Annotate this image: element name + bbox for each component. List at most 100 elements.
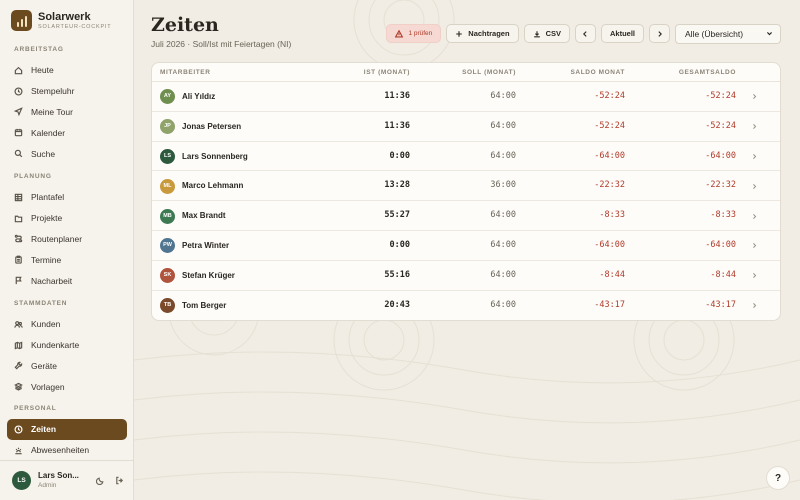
gesamtsaldo-value: -52:24 (705, 120, 736, 131)
help-button[interactable]: ? (766, 466, 790, 490)
main-content: Zeiten Juli 2026 · Soll/Ist mit Feiertag… (134, 0, 800, 500)
saldo-value: -52:24 (594, 91, 625, 101)
sidebar: Solarwerk SOLARTEUR-COCKPIT ARBEITSTAG He… (0, 0, 134, 500)
times-table: MITARBEITER IST (MONAT) SOLL (MONAT) SAL… (151, 62, 781, 321)
sidebar-item-kunden[interactable]: Kunden (0, 314, 134, 335)
nav-section-heading: PLANUNG (14, 173, 52, 180)
saldo-value: -43:17 (594, 299, 625, 310)
table-row[interactable]: JP Jonas Petersen 11:36 64:00 -52:24 -52… (152, 112, 780, 142)
next-month-button[interactable] (649, 24, 670, 43)
map-icon (14, 341, 23, 350)
sidebar-item-label: Zeiten (31, 424, 57, 435)
sidebar-item-routenplaner[interactable]: Routenplaner (0, 229, 134, 250)
sidebar-item-label: Abwesenheiten (31, 445, 90, 456)
user-profile: LS Lars Son... Admin (0, 460, 134, 500)
sidebar-item-nacharbeit[interactable]: Nacharbeit (0, 270, 134, 291)
current-month-button[interactable]: Aktuell (600, 24, 644, 43)
employee-avatar: TB (160, 297, 175, 313)
employee-cell: JP Jonas Petersen (160, 112, 241, 142)
column-header-employee[interactable]: MITARBEITER (160, 63, 211, 82)
chevron-right-icon[interactable] (751, 82, 758, 112)
table-row[interactable]: TB Tom Berger 20:43 64:00 -43:17 -43:17 (152, 291, 780, 320)
previous-month-button[interactable] (574, 24, 596, 43)
sidebar-item-stempeluhr[interactable]: Stempeluhr (0, 81, 134, 102)
navigation-icon (14, 107, 23, 117)
nav-section-heading: STAMMDATEN (14, 300, 68, 307)
sidebar-item-suche[interactable]: Suche (0, 143, 134, 164)
chevron-right-icon[interactable] (751, 171, 758, 201)
chevron-right-icon[interactable] (751, 261, 758, 291)
csv-export-button[interactable]: CSV (523, 24, 570, 43)
download-icon (533, 30, 540, 37)
sidebar-item-meine-tour[interactable]: Meine Tour (0, 102, 134, 123)
gesamtsaldo-value: -64:00 (705, 150, 736, 161)
table-row[interactable]: LS Lars Sonnenberg 0:00 64:00 -64:00 -64… (152, 142, 780, 172)
soll-value: 64:00 (490, 239, 516, 250)
nav-section-planung: PLANUNG Plantafel Projekte Routenplaner Term… (0, 171, 134, 291)
employee-avatar: ML (160, 178, 175, 194)
sidebar-item-label: Kundenkarte (31, 340, 80, 351)
chevron-down-icon (767, 32, 772, 36)
review-warning-button[interactable]: 1 prüfen (386, 24, 442, 43)
sidebar-item-projekte[interactable]: Projekte (0, 208, 134, 229)
ist-value: 0:00 (389, 150, 410, 161)
chevron-right-icon[interactable] (751, 112, 758, 142)
sidebar-item-geräte[interactable]: Geräte (0, 356, 134, 377)
sidebar-item-vorlagen[interactable]: Vorlagen (0, 376, 134, 397)
soll-value: 36:00 (490, 180, 516, 191)
employee-cell: TB Tom Berger (160, 291, 226, 320)
brand[interactable]: Solarwerk SOLARTEUR-COCKPIT (11, 10, 111, 31)
soll-value: 64:00 (490, 120, 516, 131)
sidebar-item-label: Kunden (31, 319, 61, 330)
sidebar-item-label: Routenplaner (31, 233, 83, 244)
route-icon (14, 234, 23, 243)
employee-cell: ML Marco Lehmann (160, 171, 243, 201)
home-icon (14, 66, 23, 75)
saldo-value: -8:33 (599, 210, 625, 221)
chevron-right-icon[interactable] (751, 291, 758, 320)
logout-icon[interactable] (115, 472, 124, 490)
employee-name: Stefan Krüger (182, 270, 235, 280)
employee-cell: MB Max Brandt (160, 201, 226, 231)
column-header-soll[interactable]: SOLL (MONAT) (462, 63, 516, 82)
table-row[interactable]: PW Petra Winter 0:00 64:00 -64:00 -64:00 (152, 231, 780, 261)
employee-avatar: LS (160, 148, 175, 164)
sidebar-item-heute[interactable]: Heute (0, 60, 134, 81)
table-row[interactable]: MB Max Brandt 55:27 64:00 -8:33 -8:33 (152, 201, 780, 231)
ist-value: 11:36 (384, 91, 410, 101)
ist-value: 11:36 (384, 120, 410, 131)
employee-avatar: PW (160, 238, 175, 254)
page-title: Zeiten (151, 14, 219, 36)
ist-value: 55:16 (384, 269, 410, 280)
table-row[interactable]: SK Stefan Krüger 55:16 64:00 -8:44 -8:44 (152, 261, 780, 291)
employee-name: Marco Lehmann (182, 181, 244, 191)
user-name: Lars Son... (38, 471, 79, 480)
chevron-left-icon (583, 30, 588, 37)
sidebar-item-kalender[interactable]: Kalender (0, 122, 134, 143)
column-header-ist[interactable]: IST (MONAT) (364, 63, 410, 82)
nav-section-stammdaten: STAMMDATEN Kunden Kundenkarte Geräte Vorlage… (0, 298, 134, 397)
employee-name: Lars Sonnenberg (182, 151, 248, 161)
saldo-value: -64:00 (594, 239, 625, 250)
sidebar-item-zeiten[interactable]: Zeiten (7, 419, 127, 440)
chevron-right-icon[interactable] (751, 142, 758, 172)
moon-icon[interactable] (95, 472, 105, 490)
column-header-saldo[interactable]: SALDO MONAT (570, 63, 625, 82)
chevron-right-icon[interactable] (751, 231, 758, 261)
sidebar-item-abwesenheiten[interactable]: Abwesenheiten (0, 440, 134, 461)
flag-icon (14, 276, 23, 285)
column-header-gesamt[interactable]: GESAMTSALDO (679, 63, 736, 82)
sidebar-item-plantafel[interactable]: Plantafel (0, 187, 134, 208)
brand-name: Solarwerk (38, 10, 91, 23)
soll-value: 64:00 (490, 91, 516, 101)
employee-filter-select[interactable]: Alle (Übersicht) (675, 23, 781, 44)
avatar[interactable]: LS (12, 471, 31, 490)
gesamtsaldo-value: -8:44 (710, 269, 736, 280)
employee-name: Jonas Petersen (182, 121, 242, 131)
chevron-right-icon[interactable] (751, 201, 758, 231)
add-entry-button[interactable]: Nachtragen (446, 24, 519, 43)
sidebar-item-termine[interactable]: Termine (0, 249, 134, 270)
sidebar-item-kundenkarte[interactable]: Kundenkarte (0, 335, 134, 356)
table-row[interactable]: ML Marco Lehmann 13:28 36:00 -22:32 -22:… (152, 171, 780, 202)
table-row[interactable]: AY Ali Yıldız 11:36 64:00 -52:24 -52:24 (152, 82, 780, 112)
